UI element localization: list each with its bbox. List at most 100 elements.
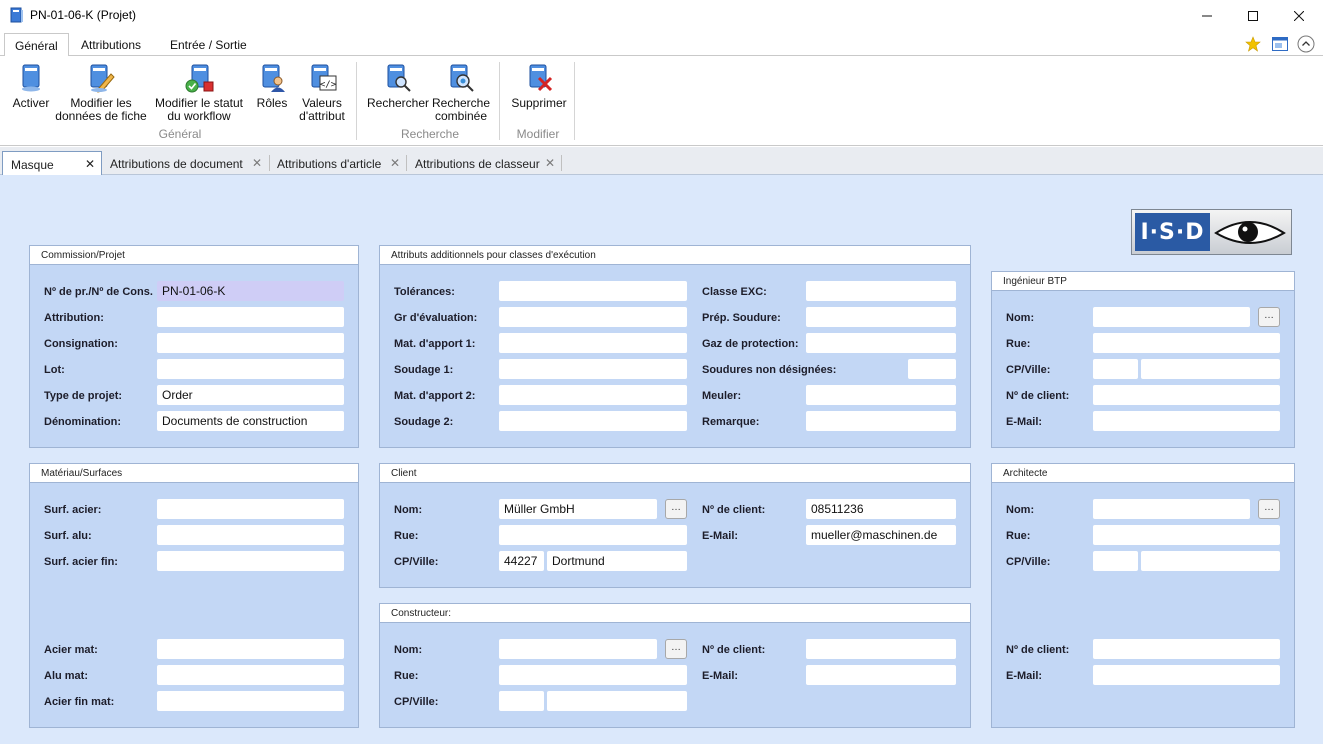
- tab-article-attributions[interactable]: Attributions d'article ✕: [269, 151, 406, 175]
- architect-browse-button[interactable]: …: [1258, 499, 1280, 519]
- field-exc-class[interactable]: [806, 281, 956, 301]
- label-steel-material: Acier mat:: [44, 644, 98, 656]
- field-constructor-client-number[interactable]: [806, 639, 956, 659]
- field-architect-city[interactable]: [1141, 551, 1280, 571]
- field-weld-prep[interactable]: [806, 307, 956, 327]
- minimize-button[interactable]: [1184, 0, 1230, 31]
- field-undesignated-welds[interactable]: [908, 359, 956, 379]
- field-stainless-material[interactable]: [157, 691, 344, 711]
- label-constructor-name: Nom:: [394, 644, 423, 656]
- ribbon-tab-attributions[interactable]: Attributions: [71, 33, 151, 57]
- close-icon: [1294, 10, 1304, 21]
- field-constructor-name[interactable]: [499, 639, 657, 659]
- field-client-street[interactable]: [499, 525, 687, 545]
- field-lot[interactable]: [157, 359, 344, 379]
- tab-binder-attributions[interactable]: Attributions de classeur ✕: [407, 151, 561, 175]
- field-steel-surface[interactable]: [157, 499, 344, 519]
- label-filler-material-2: Mat. d'apport 2:: [394, 390, 476, 402]
- constructor-browse-button[interactable]: …: [665, 639, 687, 659]
- field-constructor-postcode[interactable]: [499, 691, 544, 711]
- field-remark[interactable]: [806, 411, 956, 431]
- field-engineer-street[interactable]: [1093, 333, 1280, 353]
- field-architect-postcode[interactable]: [1093, 551, 1138, 571]
- favorite-star-icon[interactable]: [1244, 35, 1262, 53]
- field-welding-1[interactable]: [499, 359, 687, 379]
- field-client-email[interactable]: mueller@maschinen.de: [806, 525, 956, 545]
- activate-button[interactable]: Activer: [8, 62, 54, 110]
- field-engineer-postcode[interactable]: [1093, 359, 1138, 379]
- delete-button[interactable]: Supprimer: [508, 62, 570, 110]
- close-tab-icon[interactable]: ✕: [545, 156, 555, 170]
- workflow-status-label: Modifier le statut du workflow: [154, 96, 244, 123]
- field-evaluation-group[interactable]: [499, 307, 687, 327]
- ribbon-tab-bar: Général Attributions Entrée / Sortie: [0, 31, 1323, 57]
- field-client-number[interactable]: 08511236: [806, 499, 956, 519]
- field-alu-surface[interactable]: [157, 525, 344, 545]
- search-button[interactable]: Rechercher: [366, 62, 430, 110]
- field-architect-street[interactable]: [1093, 525, 1280, 545]
- field-client-name[interactable]: Müller GmbH: [499, 499, 657, 519]
- collapse-ribbon-icon[interactable]: [1297, 35, 1315, 53]
- attribute-values-button[interactable]: </> Valeurs d'attribut: [294, 62, 350, 123]
- field-welding-2[interactable]: [499, 411, 687, 431]
- title-bar: PN-01-06-K (Projet): [0, 0, 1323, 31]
- field-constructor-city[interactable]: [547, 691, 687, 711]
- field-architect-client-number[interactable]: [1093, 639, 1280, 659]
- panel-attributes-title: Attributs additionnels pour classes d'ex…: [380, 246, 970, 265]
- close-tab-icon[interactable]: ✕: [85, 157, 95, 171]
- label-client-email: E-Mail:: [702, 530, 739, 542]
- tab-document-attributions[interactable]: Attributions de document ✕: [102, 151, 268, 175]
- field-constructor-email[interactable]: [806, 665, 956, 685]
- field-denomination[interactable]: Documents de construction: [157, 411, 344, 431]
- ribbon-group-modify: Modifier: [516, 127, 560, 141]
- isd-logo-text: I·S·D: [1135, 213, 1210, 251]
- field-engineer-name[interactable]: [1093, 307, 1250, 327]
- roles-button[interactable]: Rôles: [252, 62, 292, 110]
- field-filler-material-1[interactable]: [499, 333, 687, 353]
- workflow-status-button[interactable]: Modifier le statut du workflow: [149, 62, 249, 123]
- field-grinding[interactable]: [806, 385, 956, 405]
- field-filler-material-2[interactable]: [499, 385, 687, 405]
- field-engineer-client-number[interactable]: [1093, 385, 1280, 405]
- label-denomination: Dénomination:: [44, 416, 121, 428]
- field-engineer-city[interactable]: [1141, 359, 1280, 379]
- field-tolerances[interactable]: [499, 281, 687, 301]
- combined-search-button[interactable]: Recherche combinée: [430, 62, 492, 123]
- maximize-button[interactable]: [1230, 0, 1276, 31]
- field-constructor-street[interactable]: [499, 665, 687, 685]
- engineer-browse-button[interactable]: …: [1258, 307, 1280, 327]
- field-project-type[interactable]: Order: [157, 385, 344, 405]
- label-stainless-material: Acier fin mat:: [44, 696, 115, 708]
- delete-icon: [529, 64, 553, 92]
- field-steel-material[interactable]: [157, 639, 344, 659]
- field-attribution[interactable]: [157, 307, 344, 327]
- field-architect-email[interactable]: [1093, 665, 1280, 685]
- window-layout-icon[interactable]: [1271, 35, 1289, 53]
- tab-document-attributions-label: Attributions de document: [110, 157, 243, 171]
- client-browse-button[interactable]: …: [665, 499, 687, 519]
- label-engineer-client-number: Nº de client:: [1006, 390, 1070, 402]
- ribbon-group-search: Recherche: [400, 127, 460, 141]
- ribbon-tab-entree-sortie[interactable]: Entrée / Sortie: [160, 33, 257, 57]
- field-architect-name[interactable]: [1093, 499, 1250, 519]
- label-architect-name: Nom:: [1006, 504, 1035, 516]
- close-button[interactable]: [1276, 0, 1322, 31]
- edit-form-button[interactable]: Modifier les données de fiche: [55, 62, 147, 123]
- label-evaluation-group: Gr d'évaluation:: [394, 312, 478, 324]
- field-client-postcode[interactable]: 44227: [499, 551, 544, 571]
- ribbon-separator: [356, 62, 357, 140]
- tab-masque[interactable]: Masque ✕: [2, 151, 102, 175]
- field-alu-material[interactable]: [157, 665, 344, 685]
- field-project-number[interactable]: PN-01-06-K: [157, 281, 344, 301]
- field-client-city[interactable]: Dortmund: [547, 551, 687, 571]
- label-undesignated-welds: Soudures non désignées:: [702, 364, 837, 376]
- field-engineer-email[interactable]: [1093, 411, 1280, 431]
- field-shielding-gas[interactable]: [806, 333, 956, 353]
- label-constructor-city: CP/Ville:: [394, 696, 439, 708]
- ribbon-tab-general[interactable]: Général: [4, 33, 69, 57]
- close-tab-icon[interactable]: ✕: [390, 156, 400, 170]
- field-consignation[interactable]: [157, 333, 344, 353]
- field-stainless-surface[interactable]: [157, 551, 344, 571]
- label-engineer-email: E-Mail:: [1006, 416, 1043, 428]
- close-tab-icon[interactable]: ✕: [252, 156, 262, 170]
